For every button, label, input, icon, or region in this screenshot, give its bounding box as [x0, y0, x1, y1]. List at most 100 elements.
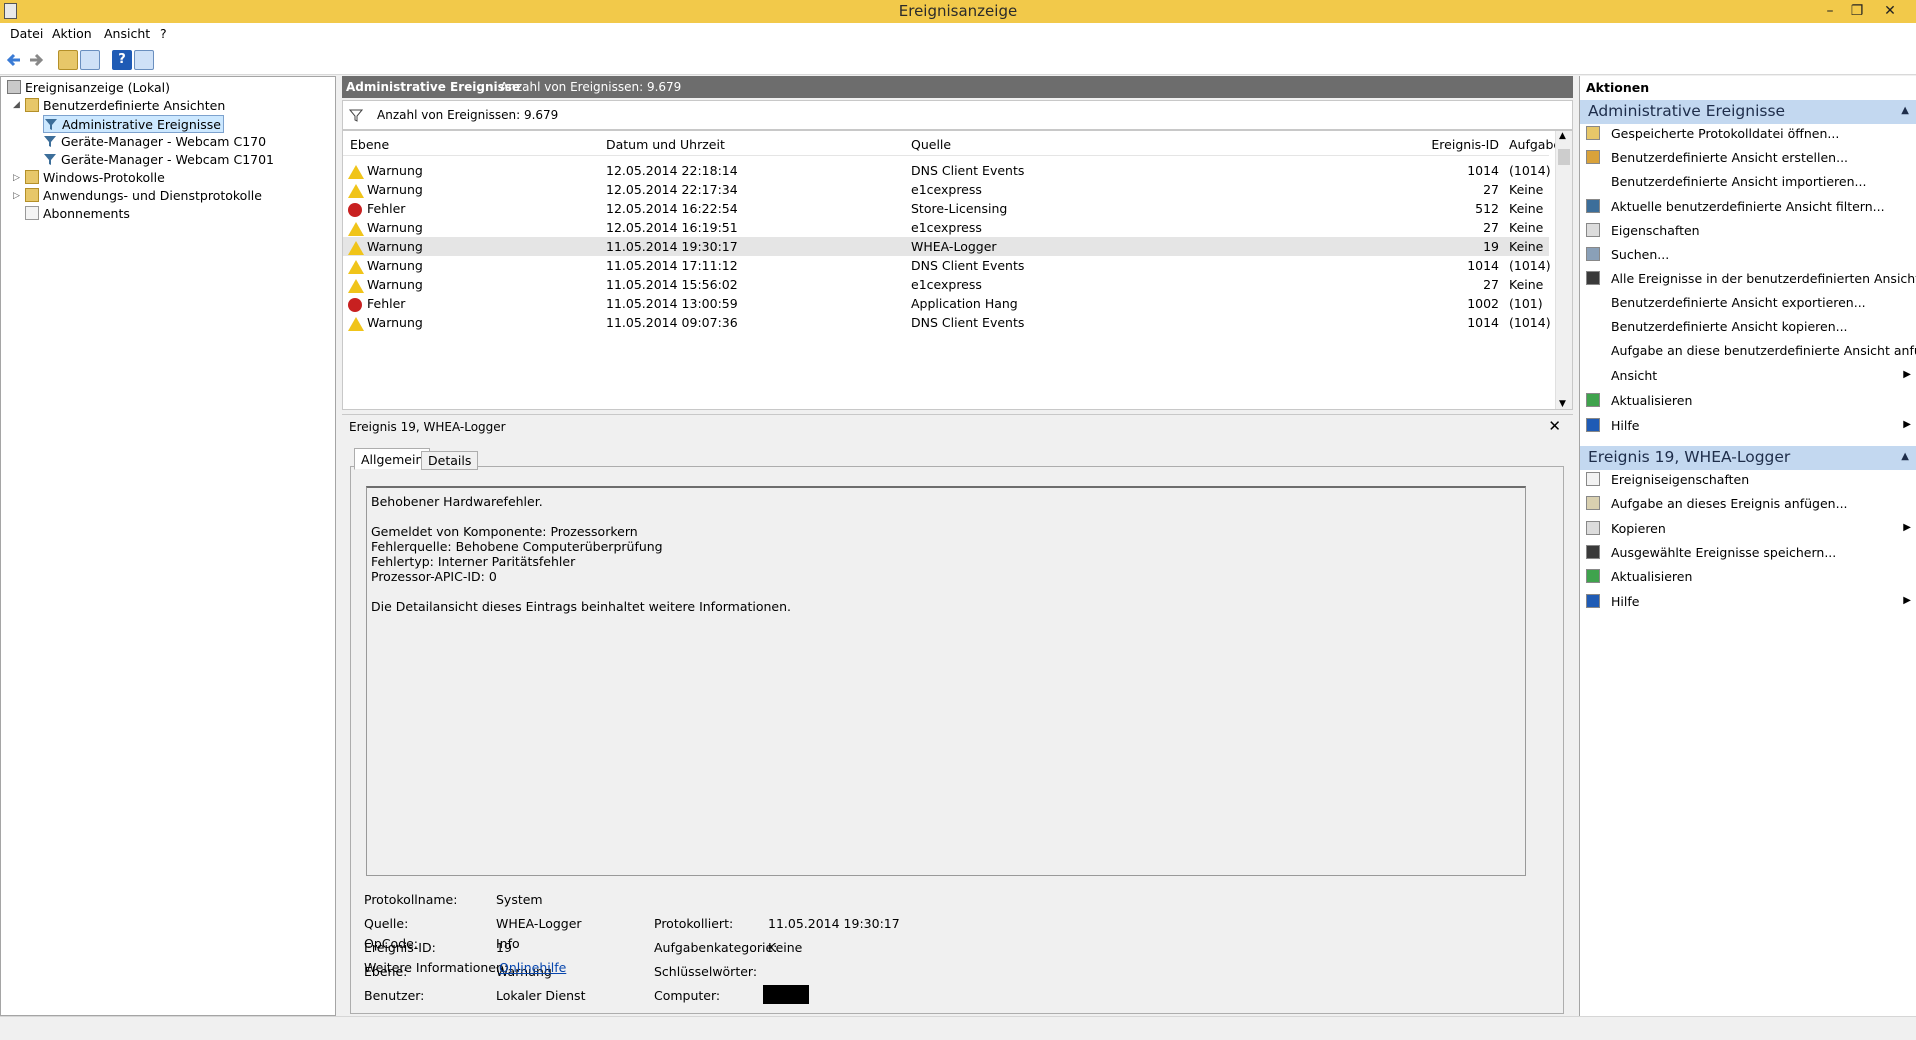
task-category-value: Keine — [768, 940, 803, 955]
action-filter-current-view[interactable]: Aktuelle benutzerdefinierte Ansicht filt… — [1580, 197, 1916, 217]
back-icon[interactable] — [4, 50, 24, 70]
logged-label: Protokolliert: — [654, 916, 734, 931]
filter-icon — [43, 152, 57, 166]
source-cell: e1cexpress — [911, 182, 982, 197]
action-label: Hilfe — [1611, 594, 1640, 609]
table-row[interactable]: Warnung 12.05.2014 16:19:51 e1cexpress 27 Ke… — [343, 218, 1549, 237]
expand-arrow-icon[interactable]: ◢ — [13, 100, 20, 110]
filter-icon — [44, 117, 58, 131]
scroll-thumb[interactable] — [1558, 149, 1570, 165]
online-help-link[interactable]: Onlinehilfe — [499, 960, 566, 975]
source-value: WHEA-Logger — [496, 916, 582, 931]
submenu-arrow-icon: ▶ — [1903, 595, 1911, 606]
folder-icon — [25, 98, 39, 112]
action-help-menu[interactable]: Hilfe ▶ — [1580, 592, 1916, 612]
warning-icon — [348, 222, 364, 236]
restore-button[interactable]: ❐ — [1845, 1, 1869, 21]
action-help-menu[interactable]: Hilfe ▶ — [1580, 416, 1916, 436]
section-event-19[interactable]: Ereignis 19, WHEA-Logger ▲ — [1580, 446, 1916, 470]
detail-pane: Allgemein Details Behobener Hardwarefehl… — [342, 438, 1573, 1016]
action-save-selected-events[interactable]: Ausgewählte Ereignisse speichern... — [1580, 543, 1916, 563]
column-header-event-id[interactable]: Ereignis-ID — [1269, 137, 1499, 152]
source-cell: DNS Client Events — [911, 258, 1025, 273]
tree-label: Geräte-Manager - Webcam C1701 — [61, 152, 275, 167]
action-attach-task-to-event[interactable]: Aufgabe an dieses Ereignis anfügen... — [1580, 494, 1916, 514]
minimize-button[interactable]: – — [1818, 1, 1842, 21]
scroll-down-icon[interactable]: ▼ — [1559, 399, 1566, 409]
close-detail-icon[interactable]: ✕ — [1548, 417, 1561, 435]
source-cell: Application Hang — [911, 296, 1018, 311]
close-button[interactable]: ✕ — [1878, 1, 1902, 21]
section-admin-events[interactable]: Administrative Ereignisse ▲ — [1580, 100, 1916, 124]
action-save-all-events[interactable]: Alle Ereignisse in der benutzerdefiniert… — [1580, 269, 1916, 289]
table-row[interactable]: Warnung 11.05.2014 15:56:02 e1cexpress 27 Ke… — [343, 275, 1549, 294]
message-line: Die Detailansicht dieses Eintrags beinha… — [371, 599, 792, 614]
collapse-arrow-icon[interactable]: ▷ — [13, 191, 20, 201]
action-export-custom-view[interactable]: Benutzerdefinierte Ansicht exportieren..… — [1580, 293, 1916, 313]
forward-icon[interactable] — [26, 50, 46, 70]
menu-help[interactable]: ? — [160, 26, 167, 41]
table-row[interactable]: Fehler 11.05.2014 13:00:59 Application Han… — [343, 294, 1549, 313]
warning-icon — [348, 317, 364, 331]
tree-item-app-logs[interactable]: Anwendungs- und Dienstprotokolle — [25, 187, 262, 205]
action-label: Kopieren — [1611, 521, 1666, 536]
action-label: Suchen... — [1611, 247, 1670, 262]
table-row[interactable]: Fehler 12.05.2014 16:22:54 Store-Licensing… — [343, 199, 1549, 218]
help-icon — [1586, 418, 1600, 432]
action-search[interactable]: Suchen... — [1580, 245, 1916, 265]
collapse-icon[interactable]: ▲ — [1901, 105, 1909, 116]
computer-redacted — [763, 985, 809, 1004]
tree-item-webcam-c170[interactable]: Geräte-Manager - Webcam C170 — [43, 133, 266, 151]
action-label: Benutzerdefinierte Ansicht exportieren..… — [1611, 295, 1866, 310]
level-cell: Warnung — [367, 239, 423, 254]
collapse-icon[interactable]: ▲ — [1901, 451, 1909, 462]
menu-aktion[interactable]: Aktion — [52, 26, 92, 41]
table-row[interactable]: Warnung 12.05.2014 22:18:14 DNS Client Eve… — [343, 161, 1551, 180]
menu-ansicht[interactable]: Ansicht — [104, 26, 150, 41]
folder-up-icon[interactable] — [58, 50, 78, 70]
column-header-source[interactable]: Quelle — [911, 137, 951, 152]
event-properties-icon — [1586, 472, 1600, 486]
scroll-up-icon[interactable]: ▲ — [1559, 131, 1566, 141]
table-row[interactable]: Warnung 12.05.2014 22:17:34 e1cexpress 27 Ke… — [343, 180, 1549, 199]
column-header-level[interactable]: Ebene — [350, 137, 389, 152]
tree-item-windows-logs[interactable]: Windows-Protokolle — [25, 169, 165, 187]
tree-item-subscriptions[interactable]: Abonnements — [25, 205, 130, 223]
action-refresh[interactable]: Aktualisieren — [1580, 391, 1916, 411]
tree-item-admin-events[interactable]: Administrative Ereignisse — [43, 115, 224, 133]
table-row[interactable]: Warnung 11.05.2014 19:30:17 WHEA-Logger 19 K… — [343, 237, 1549, 256]
source-cell: WHEA-Logger — [911, 239, 997, 254]
task-category-label: Aufgabenkategorie: — [654, 940, 778, 955]
action-copy[interactable]: Kopieren ▶ — [1580, 519, 1916, 539]
tree-item-custom-views[interactable]: Benutzerdefinierte Ansichten — [25, 97, 225, 115]
show-hide-actions-icon[interactable] — [134, 50, 154, 70]
tree-item-root[interactable]: Ereignisanzeige (Lokal) — [7, 79, 170, 97]
event-message-box[interactable]: Behobener Hardwarefehler. Gemeldet von K… — [366, 486, 1526, 876]
action-attach-task[interactable]: Aufgabe an diese benutzerdefinierte Ansi… — [1580, 341, 1916, 361]
action-create-custom-view[interactable]: Benutzerdefinierte Ansicht erstellen... — [1580, 148, 1916, 168]
events-table: Ebene Datum und Uhrzeit Quelle Ereignis-… — [342, 130, 1573, 410]
action-view-menu[interactable]: Ansicht ▶ — [1580, 366, 1916, 386]
help-icon[interactable]: ? — [112, 50, 132, 70]
action-import-custom-view[interactable]: Benutzerdefinierte Ansicht importieren..… — [1580, 172, 1916, 192]
events-scrollbar[interactable]: ▲ ▼ — [1555, 131, 1572, 409]
menu-datei[interactable]: Datei — [10, 26, 43, 41]
column-header-date[interactable]: Datum und Uhrzeit — [606, 137, 725, 152]
category-cell: Keine — [1509, 277, 1544, 292]
show-hide-tree-icon[interactable] — [80, 50, 100, 70]
collapse-arrow-icon[interactable]: ▷ — [13, 173, 20, 183]
detail-title: Ereignis 19, WHEA-Logger — [349, 420, 506, 434]
event-id-cell: 19 — [1483, 239, 1499, 254]
action-event-properties[interactable]: Ereigniseigenschaften — [1580, 470, 1916, 490]
subscription-icon — [25, 206, 39, 220]
table-row[interactable]: Warnung 11.05.2014 17:11:12 DNS Client Eve… — [343, 256, 1551, 275]
warning-icon — [348, 279, 364, 293]
action-refresh[interactable]: Aktualisieren — [1580, 567, 1916, 587]
tab-general[interactable]: Allgemein — [354, 448, 431, 470]
table-row[interactable]: Warnung 11.05.2014 09:07:36 DNS Client Eve… — [343, 313, 1551, 332]
tree-item-webcam-c1701[interactable]: Geräte-Manager - Webcam C1701 — [43, 151, 274, 169]
action-open-saved-log[interactable]: Gespeicherte Protokolldatei öffnen... — [1580, 124, 1916, 144]
action-properties[interactable]: Eigenschaften — [1580, 221, 1916, 241]
action-copy-custom-view[interactable]: Benutzerdefinierte Ansicht kopieren... — [1580, 317, 1916, 337]
tab-details[interactable]: Details — [421, 451, 479, 470]
